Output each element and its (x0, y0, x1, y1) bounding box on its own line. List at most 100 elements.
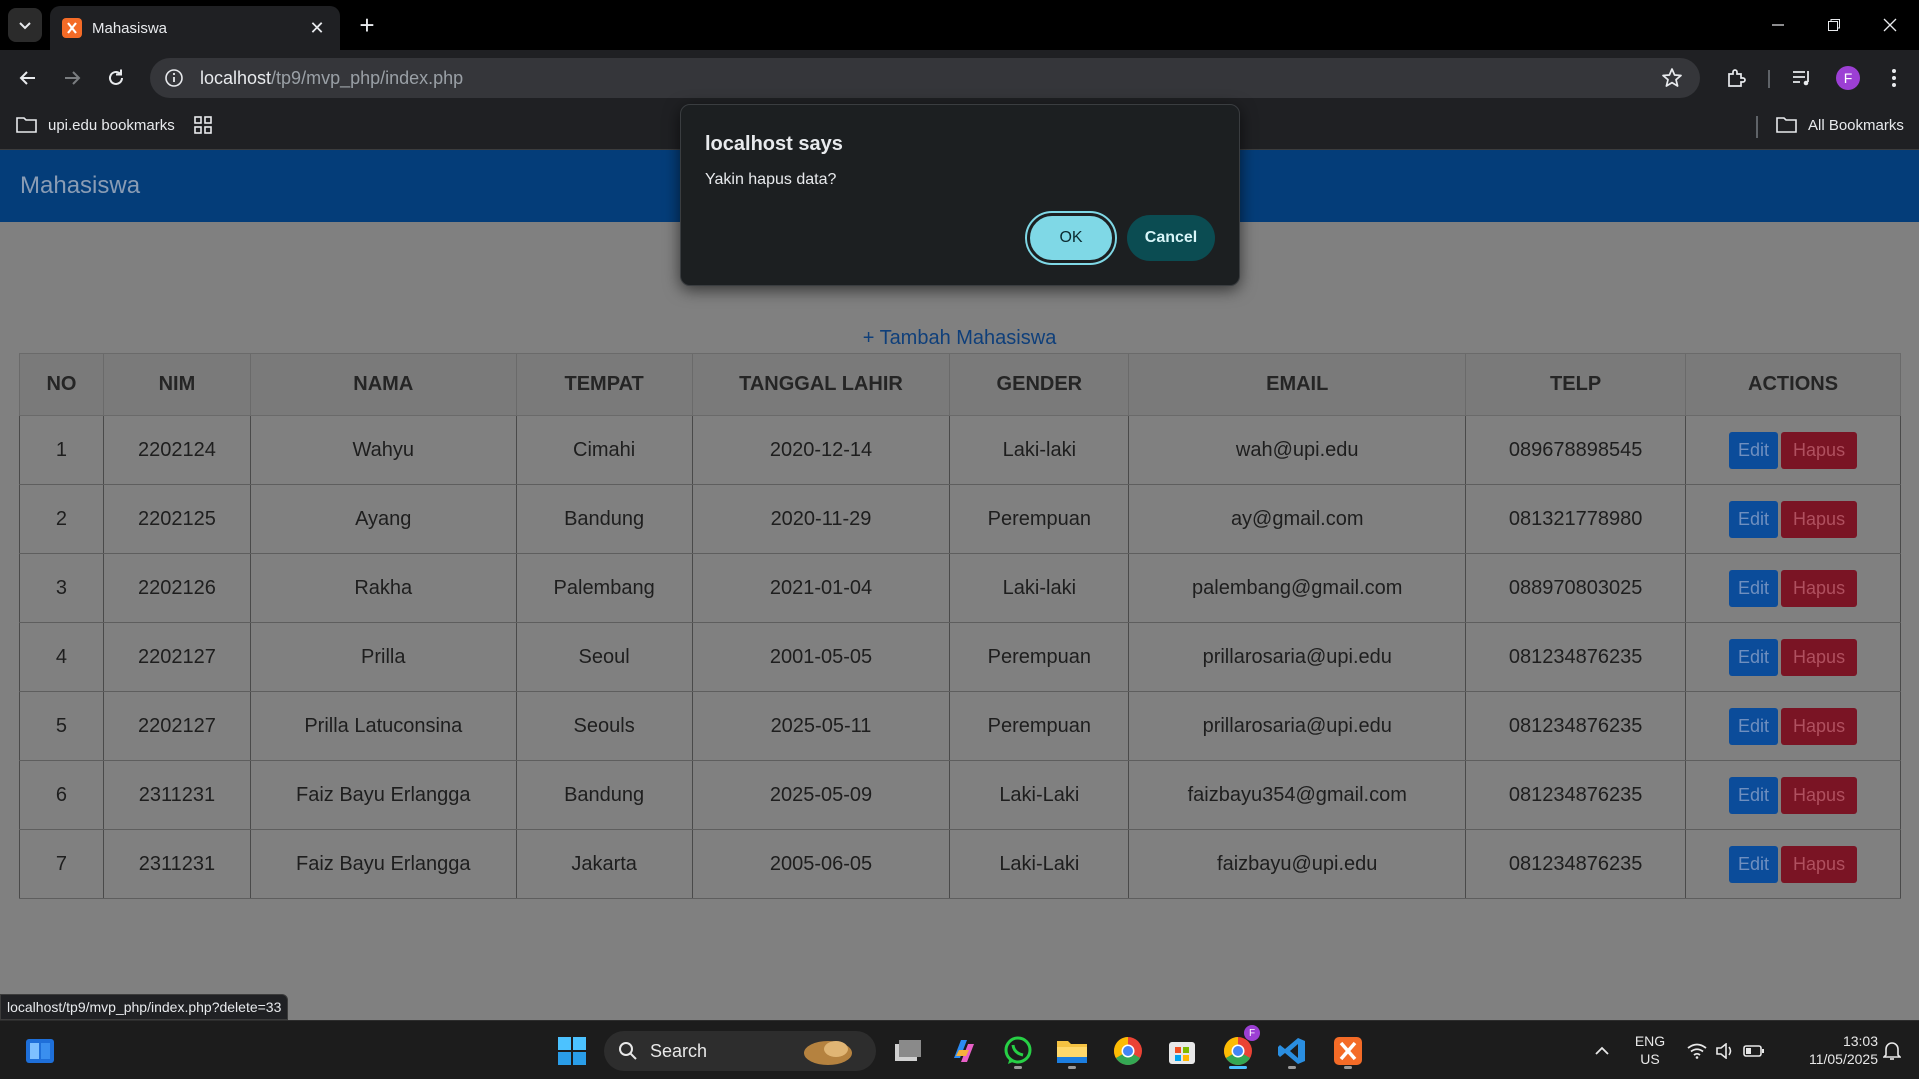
chrome-menu-button[interactable] (1878, 62, 1910, 94)
add-student-link[interactable]: + Tambah Mahasiswa (0, 327, 1919, 350)
column-header-nim: NIM (102, 353, 251, 416)
cell-nim: 2202126 (102, 553, 251, 623)
cell-tanggal-lahir: 2025-05-09 (691, 760, 951, 830)
quick-settings-button[interactable] (1686, 1031, 1766, 1071)
new-tab-button[interactable]: + (352, 10, 382, 40)
cell-email: faizbayu@upi.edu (1128, 829, 1467, 899)
minimize-button[interactable] (1758, 10, 1798, 40)
edit-button[interactable]: Edit (1729, 500, 1779, 538)
dialog-title: localhost says (705, 133, 843, 155)
dialog-cancel-button[interactable]: Cancel (1127, 215, 1215, 261)
delete-button[interactable]: Hapus (1781, 707, 1858, 745)
cell-telp: 081234876235 (1465, 622, 1687, 692)
edit-button[interactable]: Edit (1729, 431, 1779, 469)
active-indicator (1229, 1066, 1247, 1069)
cell-tanggal-lahir: 2025-05-11 (691, 691, 951, 761)
chrome-profile-button[interactable]: F (1218, 1025, 1260, 1071)
cell-tanggal-lahir: 2020-12-14 (691, 415, 951, 485)
widgets-button[interactable] (20, 1031, 60, 1071)
restore-button[interactable] (1814, 10, 1854, 40)
folder-icon (1057, 1041, 1087, 1063)
media-controls-button[interactable] (1786, 62, 1818, 94)
browser-tab[interactable]: Mahasiswa ✕ (50, 6, 340, 50)
browser-toolbar: localhost/tp9/mvp_php/index.php F (0, 50, 1919, 106)
cell-nama: Prilla Latuconsina (249, 691, 517, 761)
delete-button[interactable]: Hapus (1781, 500, 1858, 538)
minimize-icon (1772, 24, 1784, 26)
address-bar[interactable]: localhost/tp9/mvp_php/index.php (150, 58, 1700, 98)
cell-email: faizbayu354@gmail.com (1128, 760, 1467, 830)
store-icon (1169, 1042, 1195, 1064)
edit-button[interactable]: Edit (1729, 638, 1779, 676)
dialog-ok-button[interactable]: OK (1025, 211, 1117, 265)
bell-icon (1883, 1042, 1901, 1060)
cell-no: 4 (19, 622, 104, 692)
all-bookmarks-button[interactable]: All Bookmarks (1776, 116, 1904, 134)
bookmark-star-icon[interactable] (1660, 66, 1684, 90)
edit-button[interactable]: Edit (1729, 569, 1779, 607)
forward-button[interactable] (56, 62, 88, 94)
delete-button[interactable]: Hapus (1781, 638, 1858, 676)
apps-grid-icon (194, 116, 212, 134)
edit-button[interactable]: Edit (1729, 845, 1779, 883)
clock[interactable]: 13:03 11/05/2025 (1782, 1032, 1878, 1068)
close-icon (1883, 18, 1897, 32)
edit-button[interactable]: Edit (1729, 776, 1779, 814)
dialog-message: Yakin hapus data? (705, 171, 837, 188)
delete-button[interactable]: Hapus (1781, 776, 1858, 814)
cell-gender: Perempuan (949, 622, 1130, 692)
column-header-no: NO (19, 353, 104, 416)
cell-actions: Edit Hapus (1685, 553, 1901, 623)
delete-button[interactable]: Hapus (1781, 845, 1858, 883)
table-row: 7 2311231 Faiz Bayu Erlangga Jakarta 2005-06… (19, 829, 1901, 899)
close-tab-icon[interactable]: ✕ (306, 18, 328, 39)
column-header-nama: NAMA (249, 353, 517, 416)
copilot-button[interactable] (944, 1031, 984, 1071)
table-row: 3 2202126 Rakha Palembang 2021-01-04 Laki-lak… (19, 553, 1901, 623)
edit-button[interactable]: Edit (1729, 707, 1779, 745)
cell-no: 7 (19, 829, 104, 899)
bookmark-folder-upi[interactable]: upi.edu bookmarks (16, 116, 175, 134)
cell-actions: Edit Hapus (1685, 484, 1901, 554)
cell-tempat: Seouls (515, 691, 693, 761)
xampp-button[interactable] (1328, 1031, 1368, 1071)
start-button[interactable] (552, 1031, 592, 1071)
table-row: 1 2202124 Wahyu Cimahi 2020-12-14 Laki-laki wa… (19, 415, 1901, 485)
navbar-brand[interactable]: Mahasiswa (20, 172, 140, 200)
cell-nama: Prilla (249, 622, 517, 692)
site-info-icon[interactable] (164, 68, 184, 88)
column-header-actions: ACTIONS (1685, 353, 1901, 416)
profile-button[interactable]: F (1832, 62, 1864, 94)
cell-nim: 2311231 (102, 760, 251, 830)
microsoft-store-button[interactable] (1162, 1031, 1202, 1071)
show-hidden-icons-button[interactable] (1582, 1031, 1622, 1071)
confirm-dialog: localhost says Yakin hapus data? OK Canc… (680, 104, 1240, 286)
table-row: 2 2202125 Ayang Bandung 2020-11-29 Perempuan a… (19, 484, 1901, 554)
cell-gender: Laki-laki (949, 553, 1130, 623)
back-button[interactable] (12, 62, 44, 94)
reload-button[interactable] (100, 62, 132, 94)
extensions-button[interactable] (1720, 62, 1752, 94)
file-explorer-button[interactable] (1052, 1031, 1092, 1071)
cell-no: 6 (19, 760, 104, 830)
notifications-button[interactable] (1874, 1031, 1910, 1071)
taskbar-search[interactable]: Search (604, 1031, 876, 1071)
vscode-button[interactable] (1272, 1031, 1312, 1071)
media-queue-icon (1793, 71, 1809, 86)
tab-search-button[interactable] (8, 8, 42, 42)
language-indicator[interactable]: ENG US (1622, 1032, 1678, 1068)
task-view-button[interactable] (888, 1031, 928, 1071)
chrome-button[interactable] (1108, 1031, 1148, 1071)
table-body: 1 2202124 Wahyu Cimahi 2020-12-14 Laki-laki wa… (19, 415, 1901, 899)
delete-button[interactable]: Hapus (1781, 569, 1858, 607)
cell-actions: Edit Hapus (1685, 760, 1901, 830)
close-window-button[interactable] (1870, 10, 1910, 40)
tab-strip: Mahasiswa ✕ + (0, 0, 1919, 50)
running-indicator (1068, 1066, 1076, 1069)
whatsapp-button[interactable] (998, 1031, 1038, 1071)
apps-button[interactable] (194, 116, 222, 134)
language-code: ENG (1634, 1033, 1666, 1049)
delete-button[interactable]: Hapus (1781, 431, 1858, 469)
xampp-icon (1334, 1037, 1362, 1065)
cell-email: ay@gmail.com (1128, 484, 1467, 554)
